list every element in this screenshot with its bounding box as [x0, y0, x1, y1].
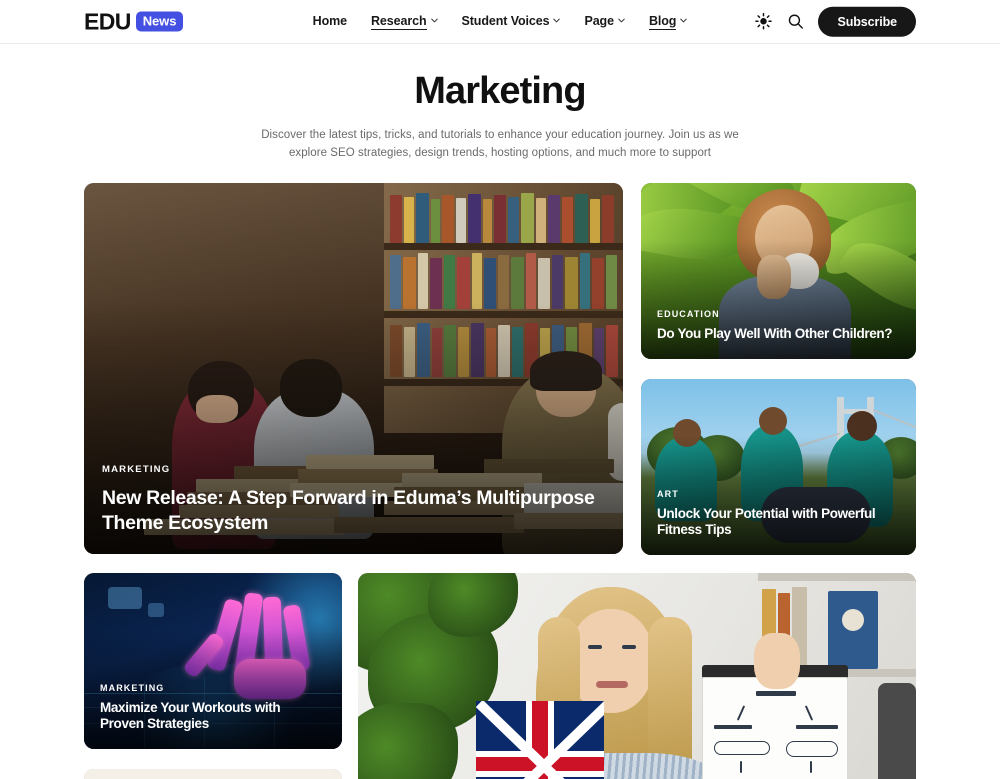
post-category: MARKETING: [102, 463, 171, 475]
post-title: Unlock Your Potential with Powerful Fitn…: [657, 505, 876, 538]
chevron-down-icon: [680, 17, 688, 24]
grid-row-1: MARKETING New Release: A Step Forward in…: [84, 183, 916, 556]
post-meta: MARKETING Maximize Your Workouts with Pr…: [84, 683, 342, 750]
site-header: EDU News Home Research Student Voices Pa…: [0, 0, 1000, 44]
nav-label: Blog: [648, 13, 677, 30]
nav-item-research[interactable]: Research: [371, 14, 438, 30]
post-meta: EDUCATION Do You Play Well With Other Ch…: [641, 309, 916, 359]
grid-row-2: MARKETING Maximize Your Workouts with Pr…: [84, 573, 916, 779]
post-card-art[interactable]: ART Unlock Your Potential with Powerful …: [641, 379, 916, 556]
post-card-education[interactable]: EDUCATION Do You Play Well With Other Ch…: [641, 183, 916, 360]
post-card-workouts[interactable]: MARKETING Maximize Your Workouts with Pr…: [84, 573, 342, 750]
page-title: Marketing: [414, 70, 586, 112]
post-meta: MARKETING New Release: A Step Forward in…: [84, 464, 623, 555]
post-image-classroom: [358, 573, 916, 779]
logo-text: EDU: [84, 8, 131, 34]
nav-label: Home: [312, 14, 347, 28]
nav-item-home[interactable]: Home: [313, 14, 347, 29]
logo-badge: News: [135, 11, 184, 32]
nav-label: Page: [584, 14, 614, 28]
post-image-interior: [84, 769, 342, 779]
post-meta: ART Unlock Your Potential with Powerful …: [641, 489, 916, 556]
post-grid: MARKETING New Release: A Step Forward in…: [84, 162, 916, 779]
post-category: ART: [657, 488, 679, 499]
post-title: Maximize Your Workouts with Proven Strat…: [100, 699, 281, 732]
header-actions: Subscribe: [754, 6, 916, 37]
nav-item-student-voices[interactable]: Student Voices: [462, 14, 561, 29]
nav-label: Research: [371, 13, 427, 30]
post-title: New Release: A Step Forward in Eduma’s M…: [102, 486, 595, 534]
nav-item-blog[interactable]: Blog: [648, 13, 688, 30]
post-card-interior[interactable]: [84, 769, 342, 779]
nav-label: Student Voices: [461, 14, 550, 28]
nav-item-page[interactable]: Page: [584, 14, 625, 29]
subscribe-button[interactable]: Subscribe: [818, 6, 916, 37]
search-icon[interactable]: [786, 13, 804, 31]
post-category: EDUCATION: [657, 309, 720, 320]
sun-icon[interactable]: [754, 13, 772, 31]
chevron-down-icon: [618, 17, 625, 24]
site-logo[interactable]: EDU News: [84, 8, 184, 34]
post-title: Do You Play Well With Other Children?: [657, 326, 893, 342]
featured-column: MARKETING New Release: A Step Forward in…: [84, 183, 623, 555]
chevron-down-icon: [430, 17, 438, 24]
post-card-classroom[interactable]: [358, 573, 916, 779]
chevron-down-icon: [553, 17, 561, 24]
row2-right-column: [358, 573, 916, 779]
side-column: EDUCATION Do You Play Well With Other Ch…: [641, 183, 916, 556]
post-card-featured[interactable]: MARKETING New Release: A Step Forward in…: [84, 183, 623, 555]
row2-left-column: MARKETING Maximize Your Workouts with Pr…: [84, 573, 342, 779]
post-category: MARKETING: [100, 682, 165, 693]
page-subtitle: Discover the latest tips, tricks, and tu…: [261, 128, 739, 159]
page-hero: Marketing Discover the latest tips, tric…: [0, 44, 1000, 162]
